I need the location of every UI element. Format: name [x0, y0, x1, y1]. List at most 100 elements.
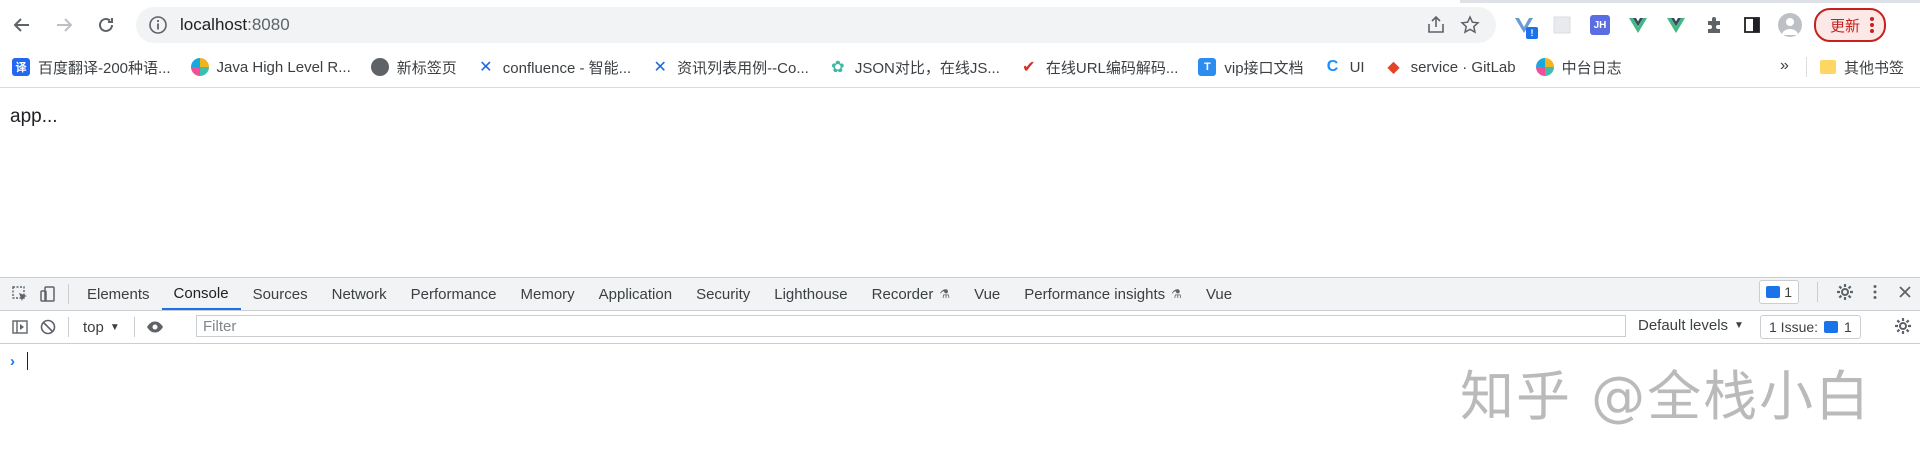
filter-input[interactable]: Filter — [196, 315, 1626, 337]
update-button[interactable]: 更新 — [1814, 8, 1887, 42]
console-prompt[interactable]: › — [10, 352, 28, 370]
tab-vue[interactable]: Vue — [962, 278, 1012, 310]
elastic-icon — [1535, 58, 1554, 76]
message-count: 1 — [1784, 284, 1792, 300]
clear-console-button[interactable] — [34, 313, 62, 341]
triangle-down-icon: ▼ — [109, 321, 120, 333]
share-icon[interactable] — [1426, 15, 1446, 35]
gear-icon[interactable] — [1836, 283, 1854, 301]
issues-button[interactable]: 1 Issue: 1 — [1760, 315, 1861, 339]
bookmark-item[interactable]: Java High Level R... — [190, 58, 351, 76]
side-panel-button[interactable] — [1738, 11, 1766, 39]
sidebar-toggle-icon — [12, 320, 28, 334]
reload-icon — [99, 17, 113, 32]
tab-label: Lighthouse — [774, 285, 848, 303]
clear-block-icon — [40, 319, 56, 335]
back-button[interactable] — [2, 5, 42, 45]
extension-vue-1[interactable] — [1624, 11, 1652, 39]
bookmarks-overflow-button[interactable]: » — [1780, 57, 1789, 75]
message-icon — [1824, 321, 1839, 333]
url-host: localhost — [180, 15, 248, 34]
tab-label: Vue — [974, 285, 1001, 303]
star-icon[interactable] — [1460, 15, 1480, 35]
tab-label: Sources — [252, 285, 308, 303]
elastic-icon — [190, 58, 209, 76]
device-toolbar-button[interactable] — [34, 280, 62, 308]
tab-sources[interactable]: Sources — [241, 278, 320, 310]
context-selector[interactable]: top ▼ — [75, 319, 128, 336]
eye-icon — [146, 321, 163, 333]
extensions-menu-button[interactable] — [1700, 11, 1728, 39]
extensions-area: ! JH 更新 — [1510, 8, 1887, 42]
more-vert-icon — [1870, 17, 1875, 33]
bookmark-label: Java High Level R... — [216, 58, 351, 76]
live-expression-button[interactable] — [141, 313, 169, 341]
bookmark-label: vip接口文档 — [1224, 59, 1304, 77]
tab-memory[interactable]: Memory — [509, 278, 587, 310]
confluence-icon: ✕ — [479, 59, 493, 76]
tab-label: Network — [331, 285, 387, 303]
tab-security[interactable]: Security — [684, 278, 762, 310]
reload-button[interactable] — [86, 5, 126, 45]
devtools-tabbar: Elements Console Sources Network Performance… — [0, 278, 1920, 311]
browser-toolbar: localhost:8080 ! JH 更新 — [0, 3, 1920, 47]
tab-elements[interactable]: Elements — [75, 278, 162, 310]
more-vert-icon[interactable] — [1866, 283, 1884, 301]
other-bookmarks[interactable]: 其他书签 — [1820, 47, 1904, 87]
bookmark-label: 百度翻译-200种语... — [38, 59, 171, 77]
forward-button[interactable] — [44, 5, 84, 45]
tab-recorder[interactable]: Recorder ⚗ — [860, 278, 962, 310]
console-settings-button[interactable] — [1894, 317, 1912, 339]
tab-performance-insights[interactable]: Performance insights ⚗ — [1012, 278, 1194, 310]
profile-button[interactable] — [1776, 11, 1804, 39]
bookmark-item[interactable]: Tvip接口文档 — [1198, 57, 1304, 78]
tab-label: Performance insights — [1024, 285, 1166, 303]
console-messages-button[interactable]: 1 — [1759, 280, 1799, 304]
tab-console[interactable]: Console — [161, 278, 241, 310]
jh-icon: JH — [1590, 15, 1610, 35]
log-levels-dropdown[interactable]: Default levels ▼ — [1638, 317, 1744, 334]
prompt-chevron-icon: › — [10, 352, 15, 370]
vue-icon — [1667, 18, 1685, 33]
bookmark-item[interactable]: ✕ 资讯列表用例--Co... — [651, 57, 808, 78]
tab-vue[interactable]: Vue — [1194, 278, 1244, 310]
show-sidebar-button[interactable] — [6, 313, 34, 341]
tab-network[interactable]: Network — [320, 278, 399, 310]
bookmark-item[interactable]: ✕ confluence - 智能... — [477, 57, 631, 78]
extension-vue-2[interactable] — [1662, 11, 1690, 39]
bookmark-item[interactable]: 译百度翻译-200种语... — [12, 57, 171, 78]
extension-blank[interactable] — [1548, 11, 1576, 39]
issues-label: 1 Issue: — [1769, 319, 1819, 335]
log-levels-label: Default levels — [1638, 317, 1729, 334]
tab-lighthouse[interactable]: Lighthouse — [762, 278, 859, 310]
triangle-down-icon: ▼ — [1734, 320, 1744, 331]
baidu-translate-icon: 译 — [12, 58, 30, 76]
bookmark-label: JSON对比，在线JS... — [854, 59, 1000, 77]
bookmark-label: 新标签页 — [396, 59, 457, 77]
context-label: top — [83, 318, 104, 336]
bookmark-item[interactable]: ✔ 在线URL编码解码... — [1020, 57, 1178, 78]
gitlab-icon: ◆ — [1387, 59, 1400, 76]
url-text: localhost:8080 — [180, 15, 290, 35]
address-bar[interactable]: localhost:8080 — [136, 7, 1496, 43]
watermark: 知乎 @全栈小白 — [1460, 365, 1872, 428]
close-icon[interactable] — [1896, 283, 1914, 301]
tab-label: Console — [173, 284, 229, 302]
checkmark-icon: ✔ — [1022, 59, 1036, 76]
vue-icon — [1629, 18, 1647, 33]
bookmark-item[interactable]: ◆ service · GitLab — [1385, 58, 1515, 77]
tab-performance[interactable]: Performance — [399, 278, 509, 310]
extension-vue-devtools-warning[interactable]: ! — [1510, 11, 1538, 39]
bookmark-item[interactable]: 中台日志 — [1535, 57, 1622, 78]
extension-jh[interactable]: JH — [1586, 11, 1614, 39]
experimental-flask-icon: ⚗ — [939, 287, 951, 301]
tab-application[interactable]: Application — [587, 278, 684, 310]
update-label: 更新 — [1830, 17, 1861, 35]
bookmark-item[interactable]: C UI — [1324, 58, 1365, 76]
info-icon[interactable] — [148, 15, 168, 35]
bookmark-item[interactable]: 新标签页 — [370, 57, 457, 78]
message-icon — [1766, 286, 1781, 298]
url-port: :8080 — [247, 15, 290, 34]
inspect-element-button[interactable] — [6, 280, 34, 308]
bookmark-item[interactable]: ✿ JSON对比，在线JS... — [829, 57, 1000, 78]
